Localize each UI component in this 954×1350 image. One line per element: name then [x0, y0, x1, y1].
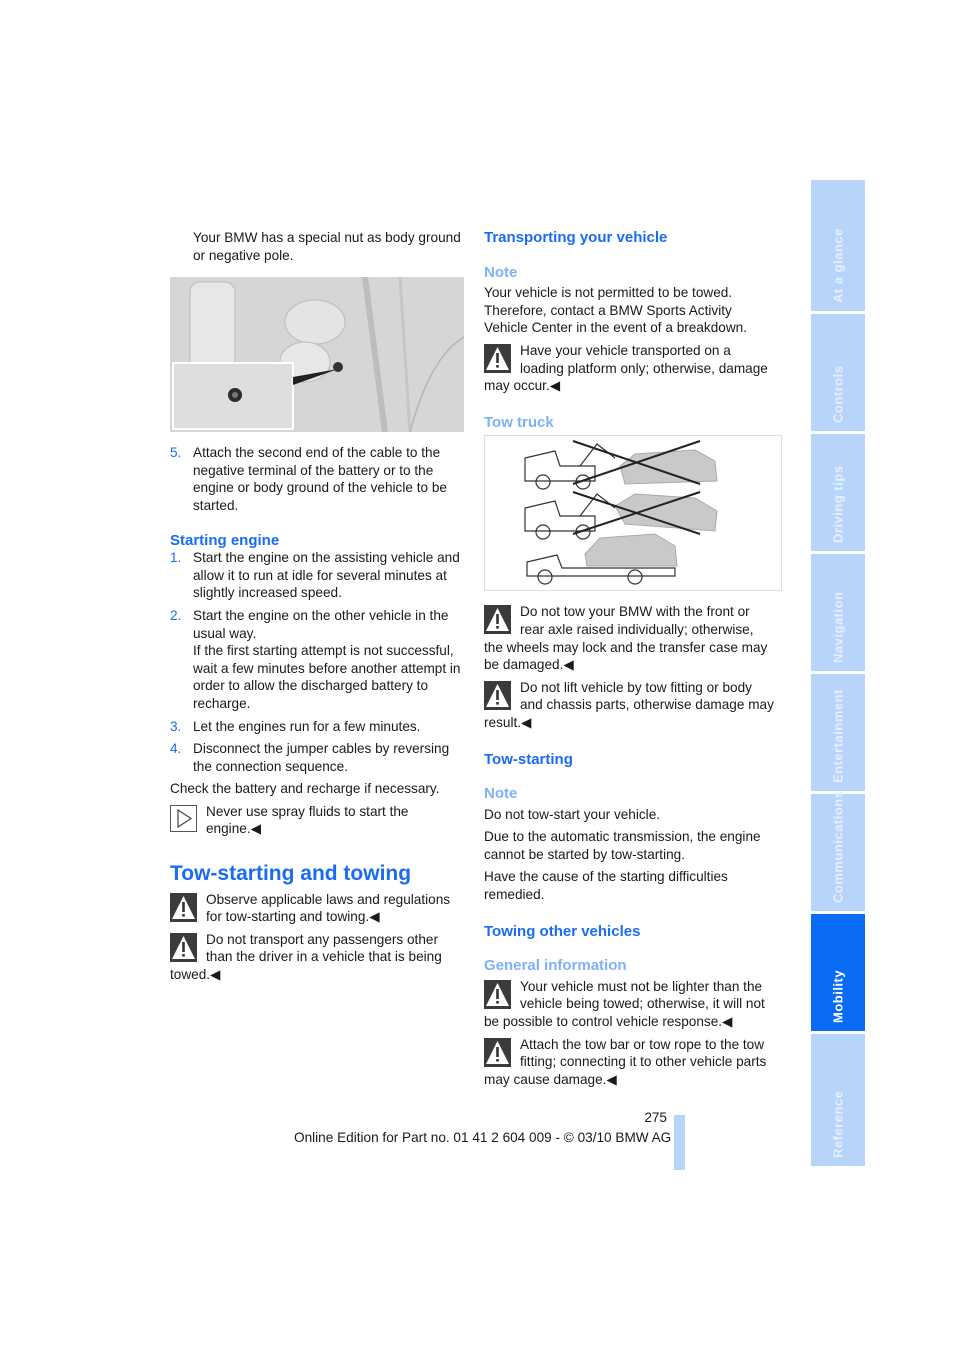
transporting-note-text: Your vehicle is not permitted to be towe…	[484, 285, 747, 336]
tow-starting-para: Do not tow-start your vehicle.	[484, 806, 661, 822]
tab-label: Communications	[830, 790, 846, 903]
ground-nut-figure	[170, 277, 464, 433]
warning-text: Do not transport any passengers other th…	[170, 931, 442, 983]
warning-passengers: Do not transport any passengers other th…	[170, 931, 462, 984]
note-arrow-icon	[170, 804, 197, 832]
tab-controls[interactable]: Controls	[811, 314, 865, 431]
warning-triangle-icon	[484, 680, 511, 710]
tab-label: At a glance	[830, 228, 846, 303]
warning-tow-bar: Attach the tow bar or tow rope to the to…	[484, 1036, 776, 1089]
tow-starting-para: Have the cause of the starting difficult…	[484, 869, 728, 903]
step-text: Start the engine on the other vehicle in…	[193, 607, 449, 641]
step-5: 5. Attach the second end of the cable to…	[170, 444, 462, 514]
warning-triangle-icon	[484, 605, 511, 635]
step-4: 4. Disconnect the jumper cables by rever…	[170, 740, 462, 775]
warning-loading-platform: Have your vehicle transported on a loadi…	[484, 342, 776, 395]
towing-other-heading: Towing other vehicles	[484, 922, 641, 940]
step-number: 3.	[170, 718, 182, 734]
page-number: 275	[644, 1110, 667, 1125]
warning-triangle-icon	[170, 892, 197, 922]
right-column: Transporting your vehicle Note Your vehi…	[484, 229, 782, 1093]
starting-engine-heading: Starting engine	[170, 531, 280, 549]
step-extra-text: If the first starting attempt is not suc…	[193, 643, 461, 711]
warning-vehicle-weight: Your vehicle must not be lighter than th…	[484, 978, 776, 1031]
step-1: 1. Start the engine on the assisting veh…	[170, 549, 462, 602]
step-3: 3. Let the engines run for a few minutes…	[170, 718, 462, 736]
step-number: 2.	[170, 607, 182, 623]
tab-label: Reference	[830, 1090, 846, 1158]
tab-label: Entertainment	[830, 689, 846, 783]
page-marker-bar	[674, 1115, 685, 1170]
step-2: 2. Start the engine on the other vehicle…	[170, 607, 462, 713]
step-number: 5.	[170, 445, 182, 461]
tow-starting-para: Due to the automatic transmission, the e…	[484, 829, 761, 862]
left-column: Your BMW has a special nut as body groun…	[170, 229, 464, 989]
tab-label: Controls	[830, 365, 846, 423]
spray-fluid-note: Never use spray fluids to start the engi…	[170, 803, 462, 838]
warning-text: Your vehicle must not be lighter than th…	[484, 978, 765, 1030]
warning-lift-vehicle: Do not lift vehicle by tow fitting or bo…	[484, 679, 776, 732]
note-text: Never use spray fluids to start the engi…	[206, 803, 409, 837]
warning-axle-raised: Do not tow your BMW with the front or re…	[484, 603, 776, 673]
step-number: 4.	[170, 741, 182, 757]
warning-text: Attach the tow bar or tow rope to the to…	[484, 1036, 767, 1087]
tab-driving-tips[interactable]: Driving tips	[811, 434, 865, 551]
warning-laws: Observe applicable laws and regulations …	[170, 891, 462, 926]
warning-text: Do not tow your BMW with the front or re…	[484, 604, 768, 673]
tab-label: Driving tips	[830, 465, 846, 543]
check-battery-text: Check the battery and recharge if necess…	[170, 781, 440, 797]
tow-starting-towing-title: Tow-starting and towing	[170, 862, 412, 886]
transporting-heading: Transporting your vehicle	[484, 229, 668, 246]
tow-truck-illustration	[524, 440, 718, 585]
transporting-note-heading: Note	[484, 263, 518, 281]
general-info-heading: General information	[484, 957, 627, 975]
step-text: Start the engine on the assisting vehicl…	[193, 550, 460, 601]
tab-at-a-glance[interactable]: At a glance	[811, 180, 865, 311]
warning-text: Have your vehicle transported on a loadi…	[484, 342, 768, 394]
step-text: Let the engines run for a few minutes.	[193, 718, 421, 734]
intro-text: Your BMW has a special nut as body groun…	[193, 230, 461, 263]
edition-text: Online Edition for Part no. 01 41 2 604 …	[294, 1130, 672, 1145]
warning-text: Do not lift vehicle by tow fitting or bo…	[484, 679, 774, 730]
warning-triangle-icon	[484, 343, 511, 373]
tab-reference[interactable]: Reference	[811, 1034, 865, 1166]
engine-bay-illustration	[170, 277, 464, 433]
tab-communications[interactable]: Communications	[811, 790, 865, 911]
step-text: Disconnect the jumper cables by reversin…	[193, 741, 450, 774]
tow-starting-note-heading: Note	[484, 785, 518, 803]
jump-start-steps-cont: 5. Attach the second end of the cable to…	[170, 444, 462, 514]
chapter-tabs: At a glance Controls Driving tips Naviga…	[811, 180, 865, 1169]
tow-truck-figure	[484, 435, 782, 592]
step-text: Attach the second end of the cable to th…	[193, 445, 447, 513]
step-number: 1.	[170, 550, 182, 566]
tab-entertainment[interactable]: Entertainment	[811, 674, 865, 791]
tab-navigation[interactable]: Navigation	[811, 554, 865, 671]
warning-triangle-icon	[484, 979, 511, 1009]
warning-triangle-icon	[170, 932, 197, 962]
warning-text: Observe applicable laws and regulations …	[206, 891, 451, 925]
tab-mobility[interactable]: Mobility	[811, 914, 865, 1031]
tow-starting-heading: Tow-starting	[484, 750, 573, 768]
tow-truck-heading: Tow truck	[484, 413, 554, 431]
starting-engine-steps: 1. Start the engine on the assisting veh…	[170, 549, 462, 775]
tab-label: Mobility	[830, 969, 846, 1023]
tab-label: Navigation	[830, 591, 846, 663]
warning-triangle-icon	[484, 1037, 511, 1067]
